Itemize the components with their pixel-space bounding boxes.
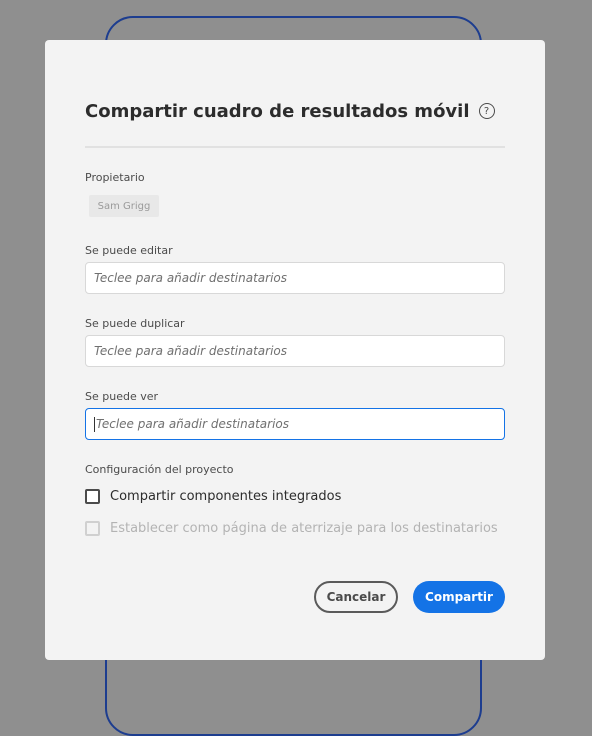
share-components-checkbox[interactable] — [85, 489, 100, 504]
can-duplicate-placeholder: Teclee para añadir destinatarios — [94, 344, 287, 358]
landing-page-option: Establecer como página de aterrizaje par… — [85, 521, 498, 536]
dialog-title: Compartir cuadro de resultados móvil ? — [85, 100, 495, 122]
dialog-title-text: Compartir cuadro de resultados móvil — [85, 100, 470, 122]
share-button[interactable]: Compartir — [413, 581, 505, 613]
owner-chip: Sam Grigg — [89, 195, 159, 217]
can-edit-label: Se puede editar — [85, 244, 173, 257]
can-view-input[interactable]: Teclee para añadir destinatarios — [85, 408, 505, 440]
title-divider — [85, 146, 505, 148]
help-icon[interactable]: ? — [478, 103, 495, 119]
share-dialog: Compartir cuadro de resultados móvil ? P… — [45, 40, 545, 660]
share-components-option[interactable]: Compartir componentes integrados — [85, 489, 341, 504]
can-duplicate-label: Se puede duplicar — [85, 317, 185, 330]
can-edit-placeholder: Teclee para añadir destinatarios — [94, 271, 287, 285]
landing-page-label: Establecer como página de aterrizaje par… — [110, 521, 498, 536]
landing-page-checkbox — [85, 521, 100, 536]
share-components-label: Compartir componentes integrados — [110, 489, 342, 504]
can-view-placeholder: Teclee para añadir destinatarios — [96, 417, 289, 431]
can-view-label: Se puede ver — [85, 390, 159, 403]
cancel-button[interactable]: Cancelar — [314, 581, 398, 613]
can-edit-input[interactable]: Teclee para añadir destinatarios — [85, 262, 505, 294]
text-caret — [94, 416, 95, 432]
can-duplicate-input[interactable]: Teclee para añadir destinatarios — [85, 335, 505, 367]
project-settings-label: Configuración del proyecto — [85, 463, 234, 476]
owner-label: Propietario — [85, 171, 145, 184]
